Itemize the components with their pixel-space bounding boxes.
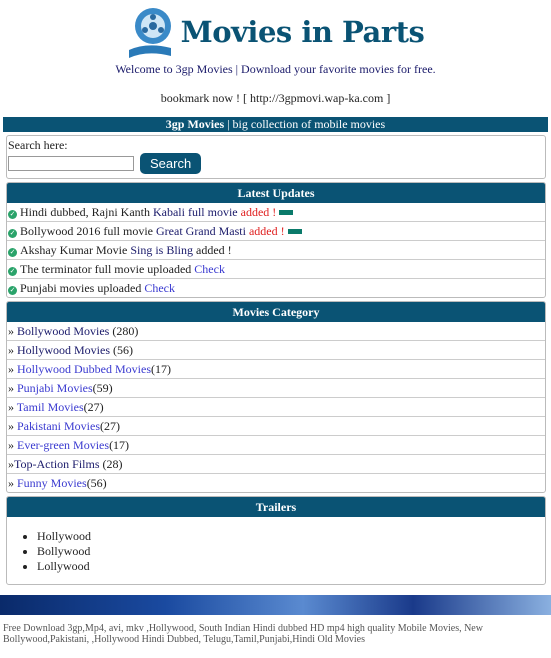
category-bullet: » — [8, 419, 17, 433]
site-logo[interactable]: Movies in Parts — [0, 3, 551, 61]
new-badge-icon — [279, 210, 294, 215]
trailers-header: Trailers — [7, 497, 545, 517]
update-text: Akshay Kumar Movie — [20, 243, 131, 257]
category-item: » Bollywood Movies (280) — [7, 322, 545, 340]
trailer-item[interactable]: Bollywood — [37, 544, 545, 559]
category-link[interactable]: Tamil Movies — [17, 400, 84, 414]
search-input[interactable] — [8, 156, 134, 171]
update-link[interactable]: Kabali full movie — [153, 205, 238, 219]
category-link[interactable]: Top-Action Films — [14, 457, 100, 471]
category-count: (27) — [100, 419, 120, 433]
update-link[interactable]: Check — [194, 262, 225, 276]
category-count: (56) — [86, 476, 107, 490]
check-circle-icon: ✓ — [8, 248, 17, 257]
category-link[interactable]: Bollywood Movies — [17, 324, 109, 338]
search-button[interactable]: Search — [140, 153, 202, 174]
brand-link[interactable]: 3gp Movies — [166, 117, 224, 131]
new-badge-icon — [287, 229, 302, 234]
update-item: ✓ Hindi dubbed, Rajni Kanth Kabali full m… — [7, 203, 545, 221]
category-bullet: » — [8, 381, 17, 395]
category-link[interactable]: Hollywood Movies — [17, 343, 110, 357]
update-suffix: added ! — [193, 243, 232, 257]
latest-updates-panel: Latest Updates ✓ Hindi dubbed, Rajni Kant… — [6, 182, 546, 298]
category-link[interactable]: Pakistani Movies — [17, 419, 100, 433]
category-bullet: » — [8, 438, 17, 452]
check-circle-icon: ✓ — [8, 210, 17, 219]
bookmark-text: bookmark now ! [ http://3gpmovi.wap-ka.c… — [160, 91, 391, 105]
category-item: » Tamil Movies(27) — [7, 397, 545, 416]
trailer-item[interactable]: Lollywood — [37, 559, 545, 574]
category-link[interactable]: Funny Movies — [17, 476, 87, 490]
check-circle-icon: ✓ — [8, 286, 17, 295]
top-banner-bar: 3gp Movies | big collection of mobile mo… — [3, 117, 548, 132]
category-bullet: » — [8, 400, 17, 414]
category-bullet: » — [8, 343, 17, 357]
category-item: » Hollywood Movies (56) — [7, 340, 545, 359]
category-link[interactable]: Ever-green Movies — [17, 438, 109, 452]
category-item: »Top-Action Films (28) — [7, 454, 545, 473]
update-item: ✓ Akshay Kumar Movie Sing is Bling added … — [7, 240, 545, 259]
update-text: Bollywood 2016 full movie — [20, 224, 156, 238]
update-item: ✓ Punjabi movies uploaded Check — [7, 278, 545, 297]
category-bullet: » — [8, 476, 17, 490]
category-count: (17) — [151, 362, 171, 376]
search-label: Search here: — [8, 138, 68, 152]
search-box: Search here: Search — [6, 135, 546, 179]
category-count: (28) — [99, 457, 123, 471]
check-circle-icon: ✓ — [8, 229, 17, 238]
category-link[interactable]: Punjabi Movies — [17, 381, 93, 395]
update-text: The terminator full movie uploaded — [20, 262, 195, 276]
category-count: (280) — [109, 324, 139, 338]
check-circle-icon: ✓ — [8, 267, 17, 276]
category-bullet: » — [8, 324, 17, 338]
category-count: (59) — [92, 381, 113, 395]
category-count: (17) — [109, 438, 130, 452]
welcome-text: Welcome to 3gp Movies | Download your fa… — [115, 62, 436, 76]
category-item: » Punjabi Movies(59) — [7, 378, 545, 397]
movies-category-panel: Movies Category » Bollywood Movies (280)… — [6, 301, 546, 493]
update-suffix: added ! — [245, 224, 285, 238]
movies-category-header: Movies Category — [7, 302, 545, 322]
category-link[interactable]: Hollywood Dubbed Movies — [17, 362, 151, 376]
update-link[interactable]: Sing is Bling — [130, 243, 193, 257]
category-item: » Ever-green Movies(17) — [7, 435, 545, 454]
footer-text: Free Download 3gp,Mp4, avi, mkv ,Hollywo… — [3, 623, 483, 645]
category-item: » Funny Movies(56) — [7, 473, 545, 492]
category-item: » Hollywood Dubbed Movies(17) — [7, 359, 545, 378]
update-suffix: added ! — [237, 205, 277, 219]
category-item: » Pakistani Movies(27) — [7, 416, 545, 435]
update-text: Punjabi movies uploaded — [20, 281, 145, 295]
category-bullet: » — [8, 362, 17, 376]
footer-banner-image — [0, 595, 551, 615]
logo-text: Movies in Parts — [180, 15, 425, 49]
update-item: ✓ The terminator full movie uploaded Chec… — [7, 259, 545, 278]
category-count: (56) — [110, 343, 133, 357]
update-link[interactable]: Great Grand Masti — [156, 224, 246, 238]
trailers-panel: Trailers HollywoodBollywoodLollywood — [6, 496, 546, 585]
update-text: Hindi dubbed, Rajni Kanth — [20, 205, 153, 219]
trailer-item[interactable]: Hollywood — [37, 529, 545, 544]
latest-updates-header: Latest Updates — [7, 183, 545, 203]
update-link[interactable]: Check — [144, 281, 175, 295]
update-item: ✓ Bollywood 2016 full movie Great Grand M… — [7, 221, 545, 240]
tagline: | big collection of mobile movies — [224, 117, 386, 131]
film-reel-icon — [127, 6, 175, 58]
category-count: (27) — [83, 400, 104, 414]
